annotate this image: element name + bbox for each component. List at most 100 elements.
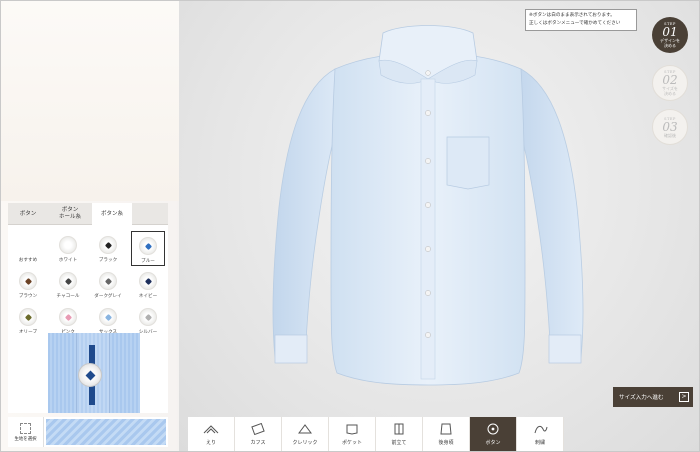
toolbar-cuff-button[interactable]: カフス (235, 417, 282, 451)
thread-cross-icon (85, 370, 96, 381)
toolbar-collar-button[interactable]: えり (188, 417, 235, 451)
left-background (1, 1, 179, 201)
step-03-confirm[interactable]: STEP 03 確認後 (652, 109, 688, 145)
pocket-icon (343, 422, 361, 436)
cuff-icon (249, 422, 267, 436)
placket-icon (390, 422, 408, 436)
swatch-thumbnail (59, 272, 77, 290)
tab-button[interactable]: ボタン (8, 203, 48, 225)
step-02-size[interactable]: STEP 02 サイズを 決める (652, 65, 688, 101)
collar-icon (202, 422, 220, 436)
step-text: サイズを 決める (662, 86, 678, 96)
swatch-thumbnail (139, 308, 157, 326)
swatch-thumbnail (19, 308, 37, 326)
swatch-label: ネイビー (138, 294, 158, 299)
toolbar-label: えり (205, 440, 216, 446)
swatch-label: ブラウン (18, 294, 38, 299)
toolbar-placket-button[interactable]: 前立て (376, 417, 423, 451)
thread-color-icon (144, 277, 152, 285)
swatch-item[interactable]: サックス (91, 303, 125, 333)
swatch-thumbnail (19, 236, 37, 254)
toolbar-label: クレリック (292, 440, 318, 446)
toolbar-cleric-button[interactable]: クレリック (282, 417, 329, 451)
swatch-item[interactable]: ネイビー (131, 267, 165, 302)
fabric-sample[interactable] (46, 419, 166, 445)
embroidery-icon (531, 422, 549, 436)
select-fabric-button[interactable]: 生地を選択 (8, 417, 44, 447)
swatch-item[interactable]: オリーブ (11, 303, 45, 333)
swatch-label: おすすめ (18, 258, 38, 263)
step-number: 03 (662, 119, 678, 134)
swatch-item[interactable]: ブルー (131, 231, 165, 266)
thread-color-icon (24, 277, 32, 285)
fabric-bar: 生地を選択 (8, 417, 168, 447)
swatch-item[interactable]: ブラック (91, 231, 125, 266)
select-fabric-label: 生地を選択 (14, 436, 37, 442)
fabric-icon (20, 422, 31, 434)
thread-color-icon (104, 241, 112, 249)
thread-color-icon (24, 313, 32, 321)
swatch-item[interactable]: ブラウン (11, 267, 45, 302)
step-number: 02 (662, 73, 678, 87)
button-closeup (78, 363, 102, 387)
toolbar-label: 後身頃 (438, 440, 454, 446)
swatch-item[interactable]: ピンク (51, 303, 85, 333)
thread-color-icon (144, 242, 152, 250)
swatch-thumbnail (19, 272, 37, 290)
step-number: 01 (662, 25, 678, 39)
swatch-thumbnail (59, 308, 77, 326)
design-toolbar: えり カフス クレリック ポケット 前立て 後身頃 ボタン 刺繍 (188, 417, 568, 451)
shirt-image (272, 25, 584, 386)
configurator-frame: ※ボタンは白のまま表示されております。 正しくはボタンメニューで確かめてください… (0, 0, 700, 452)
button-thread-preview (8, 333, 168, 413)
thread-color-icon (104, 277, 112, 285)
step-text: 確認後 (664, 132, 676, 138)
swatch-thumbnail (99, 308, 117, 326)
notice-line-1: ※ボタンは白のまま表示されております。 (529, 13, 615, 18)
thread-color-grid: おすすめ ホワイト ブラック ブルーブラウン チャコール ダークグレイ ネイビーオリーブ ピン… (8, 225, 168, 333)
step-text: デザインを 決める (660, 38, 680, 48)
button-options-tabs: ボタン ボタン ホール糸 ボタン糸 (8, 203, 168, 225)
swatch-label: ダークグレイ (94, 294, 122, 299)
swatch-label: チャコール (56, 294, 80, 299)
toolbar-pocket-button[interactable]: ポケット (329, 417, 376, 451)
thread-color-icon (144, 313, 152, 321)
button-icon (484, 422, 502, 436)
toolbar-back-body-button[interactable]: 後身頃 (423, 417, 470, 451)
thread-color-icon (64, 277, 72, 285)
button-color-notice: ※ボタンは白のまま表示されております。 正しくはボタンメニューで確かめてください (525, 9, 637, 31)
shirt-preview (263, 17, 593, 389)
toolbar-embroidery-button[interactable]: 刺繍 (517, 417, 564, 451)
arrow-right-icon: > (679, 392, 689, 402)
swatch-item[interactable]: ダークグレイ (91, 267, 125, 302)
swatch-label: ホワイト (58, 258, 78, 263)
swatch-item[interactable]: チャコール (51, 267, 85, 302)
toolbar-label: 刺繍 (534, 440, 545, 446)
swatch-thumbnail (99, 272, 117, 290)
toolbar-label: カフス (250, 440, 266, 446)
toolbar-label: ボタン (485, 440, 501, 446)
step-01-design[interactable]: STEP 01 デザインを 決める (652, 17, 688, 53)
swatch-thumbnail (59, 236, 77, 254)
tab-buttonhole-thread[interactable]: ボタン ホール糸 (48, 203, 92, 225)
toolbar-label: ポケット (341, 440, 362, 446)
swatch-thumbnail (139, 272, 157, 290)
toolbar-button-button[interactable]: ボタン (470, 417, 517, 451)
thread-color-icon (64, 313, 72, 321)
swatch-label: ブラック (98, 258, 118, 263)
swatch-label: ブルー (141, 259, 155, 264)
swatch-item[interactable]: シルバー (131, 303, 165, 333)
fabric-zoom-image (48, 333, 140, 413)
back-body-icon (437, 422, 455, 436)
proceed-to-size-button[interactable]: サイズ入力へ進む > (613, 387, 693, 407)
swatch-item[interactable]: ホワイト (51, 231, 85, 266)
swatch-thumbnail (99, 236, 117, 254)
swatch-thumbnail (139, 237, 157, 255)
swatch-item[interactable]: おすすめ (11, 231, 45, 266)
toolbar-label: 前立て (391, 440, 407, 446)
tab-button-thread[interactable]: ボタン糸 (92, 203, 132, 225)
notice-line-2: 正しくはボタンメニューで確かめてください (529, 21, 621, 26)
cleric-icon (296, 422, 314, 436)
thread-color-icon (65, 242, 71, 248)
proceed-label: サイズ入力へ進む (619, 395, 664, 401)
